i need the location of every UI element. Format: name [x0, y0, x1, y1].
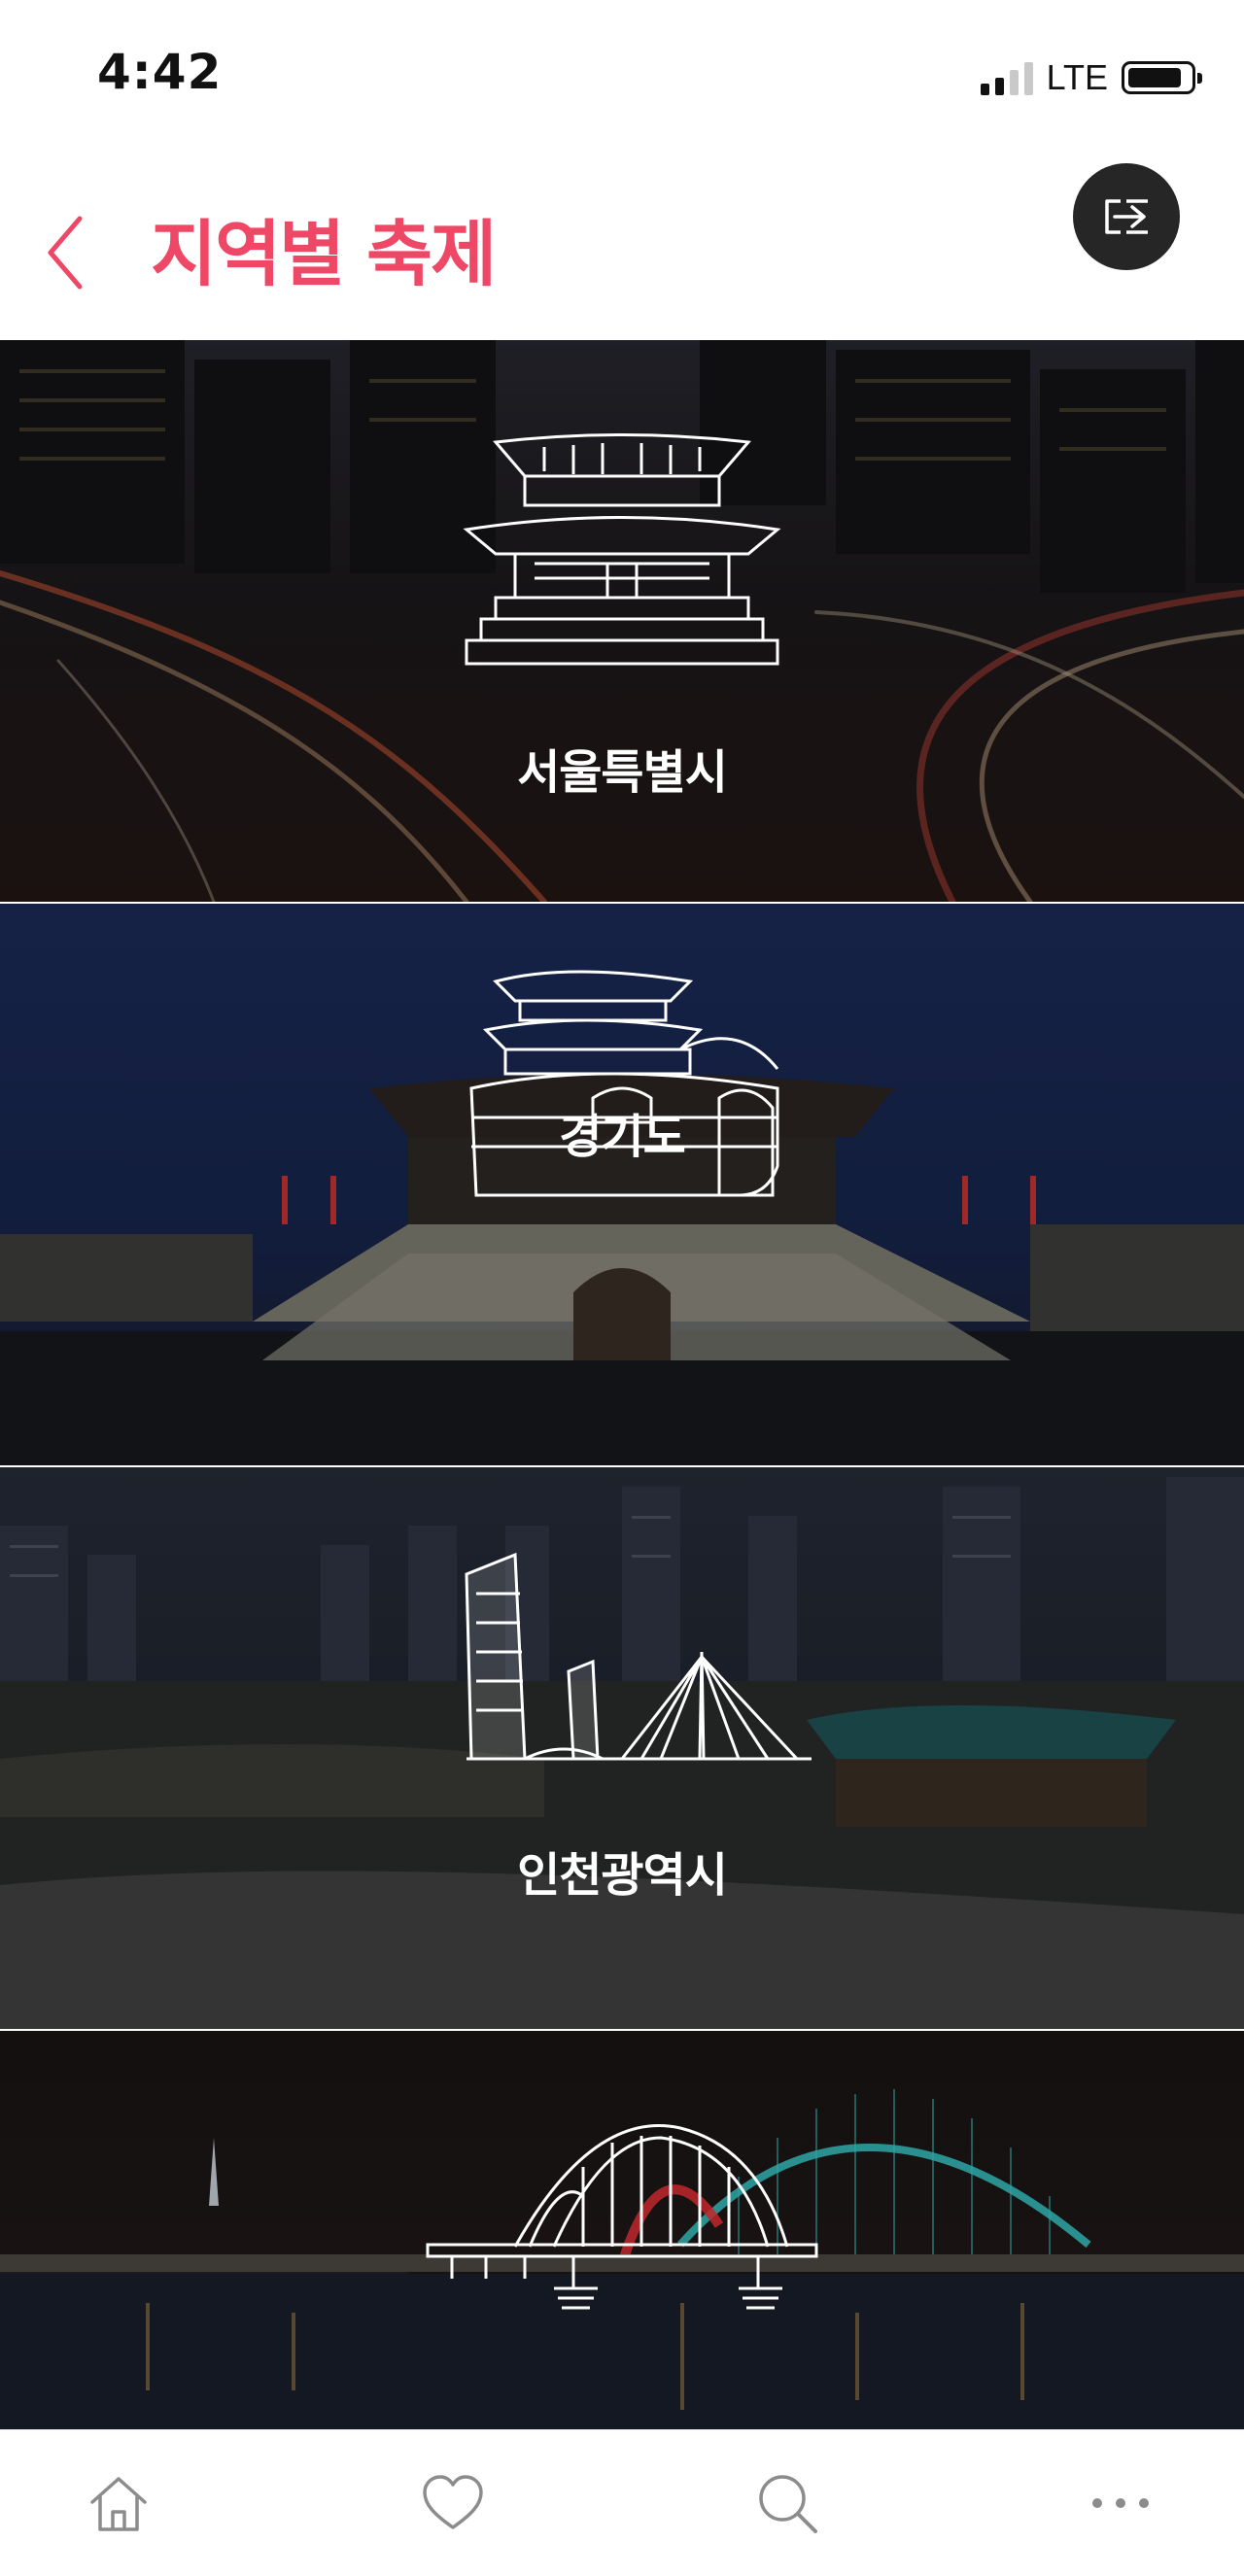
- back-button[interactable]: [29, 209, 107, 296]
- nav-search[interactable]: [748, 2464, 826, 2542]
- exit-icon: [1105, 199, 1148, 234]
- chevron-left-icon: [48, 216, 83, 290]
- status-bar: 4:42 LTE: [0, 0, 1244, 146]
- region-name: 서울특별시: [517, 745, 728, 800]
- more-icon: [1092, 2498, 1149, 2508]
- nav-more[interactable]: [1082, 2464, 1159, 2542]
- gyeonggi-night-background: [0, 904, 1244, 1465]
- region-card-incheon[interactable]: 인천광역시: [0, 1467, 1244, 2029]
- home-icon: [90, 2477, 147, 2531]
- region-card-bridge[interactable]: [0, 2031, 1244, 2429]
- seoul-night-background: [0, 340, 1244, 902]
- network-type: LTE: [1046, 57, 1108, 97]
- region-list: 서울특별시 경기도 인천광역시: [0, 340, 1244, 2429]
- bridge-night-background: [0, 2031, 1244, 2429]
- heart-icon: [423, 2475, 483, 2529]
- exit-button[interactable]: [1073, 163, 1180, 270]
- status-time: 4:42: [97, 44, 223, 100]
- region-card-gyeonggi[interactable]: 경기도: [0, 904, 1244, 1465]
- signal-icon: [980, 60, 1033, 95]
- region-name: 인천광역시: [517, 1848, 728, 1903]
- region-name: 경기도: [559, 1110, 685, 1164]
- page-title: 지역별 축제: [151, 213, 497, 296]
- page-header: 지역별 축제: [0, 146, 1244, 340]
- bottom-navigation: [0, 2429, 1244, 2576]
- nav-home[interactable]: [80, 2464, 157, 2542]
- incheon-night-background: [0, 1467, 1244, 2029]
- status-indicators: LTE: [980, 51, 1202, 105]
- search-icon: [759, 2475, 817, 2533]
- battery-icon: [1122, 61, 1202, 94]
- region-card-seoul[interactable]: 서울특별시: [0, 340, 1244, 902]
- nav-favorites[interactable]: [414, 2464, 492, 2542]
